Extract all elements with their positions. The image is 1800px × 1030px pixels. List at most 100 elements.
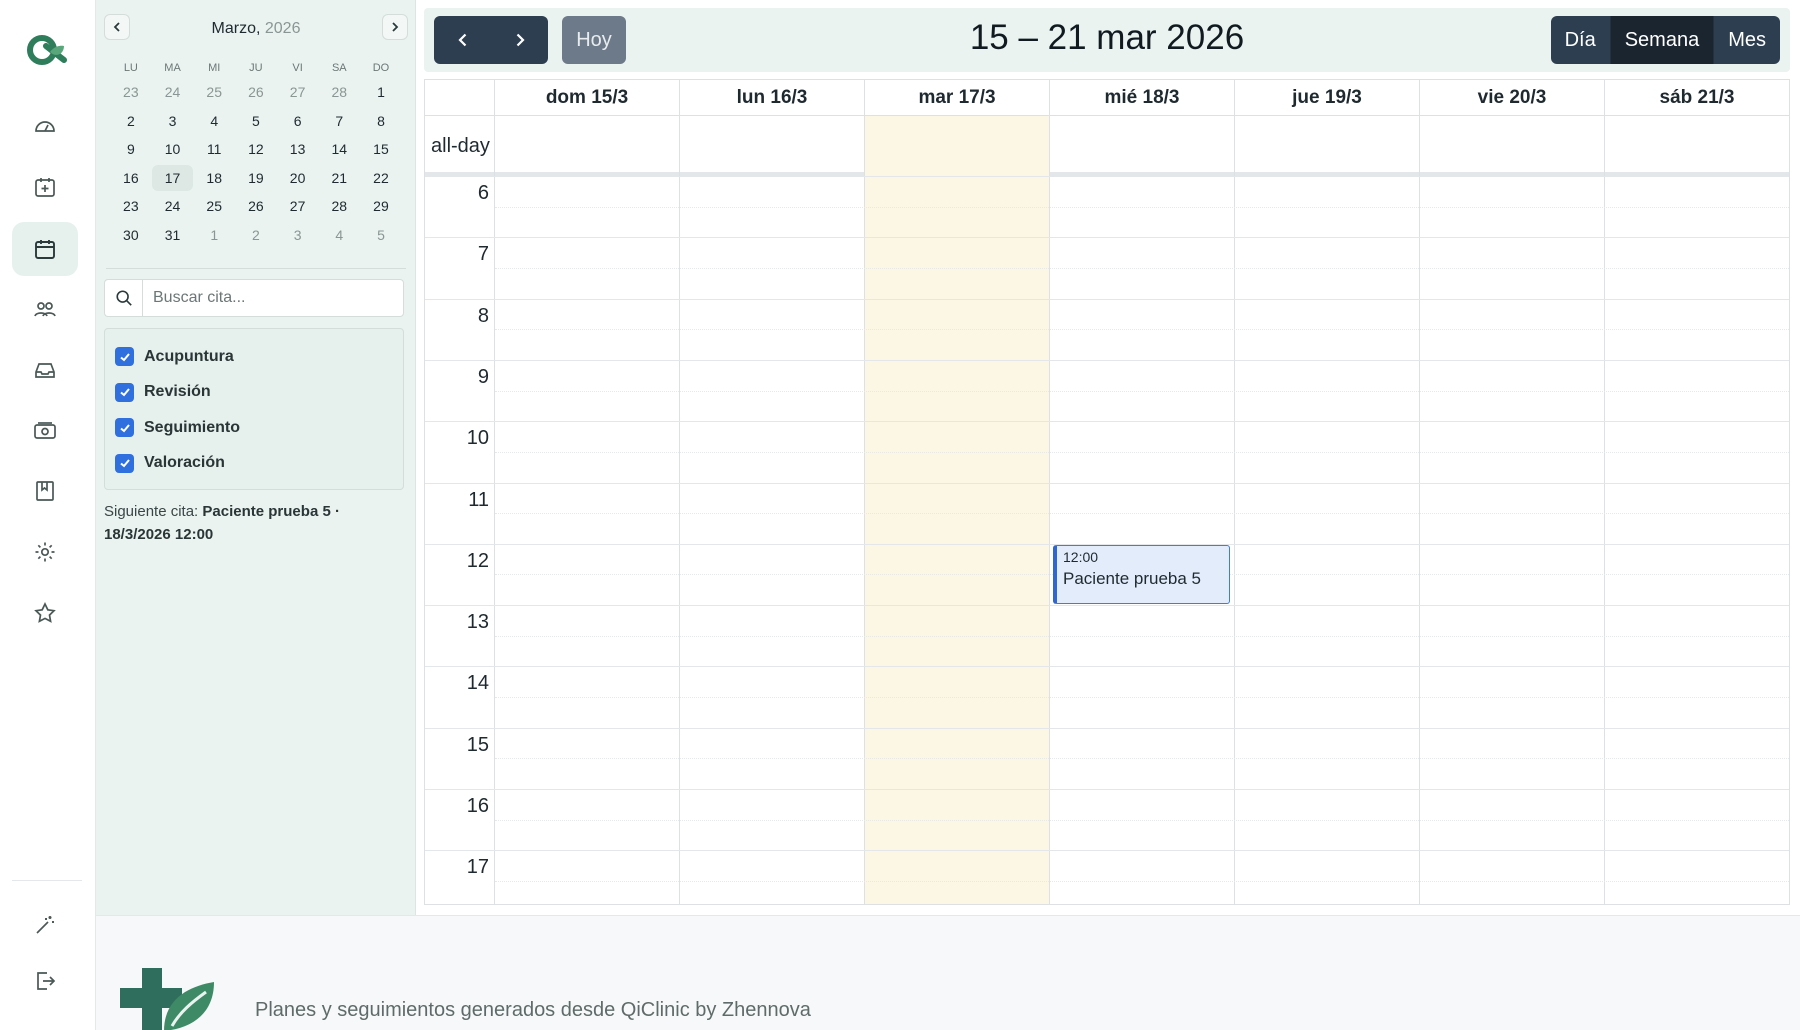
event-title: Paciente prueba 5 <box>1063 568 1201 588</box>
mini-day[interactable]: 19 <box>235 170 277 186</box>
event-block[interactable]: 12:00 Paciente prueba 5 <box>1053 544 1230 605</box>
day-column[interactable] <box>680 116 865 904</box>
mini-day[interactable]: 25 <box>193 84 235 100</box>
half-hour-line <box>495 329 1789 331</box>
day-header[interactable]: mar 17/3 <box>865 80 1050 116</box>
mini-day[interactable]: 2 <box>110 113 152 129</box>
mini-next-month-button[interactable] <box>382 14 408 40</box>
mini-day[interactable]: 5 <box>235 113 277 129</box>
mini-weekday-label: DO <box>372 62 390 74</box>
day-header[interactable]: lun 16/3 <box>680 80 865 116</box>
mini-day[interactable]: 27 <box>277 84 319 100</box>
mini-day[interactable]: 23 <box>110 84 152 100</box>
mini-month-label: Marzo, <box>211 20 261 37</box>
mini-day[interactable]: 4 <box>318 227 360 243</box>
today-button[interactable]: Hoy <box>562 16 626 64</box>
mini-day[interactable]: 29 <box>360 198 402 214</box>
star-icon[interactable] <box>12 586 78 640</box>
mini-day[interactable]: 8 <box>360 113 402 129</box>
mini-day[interactable]: 4 <box>193 113 235 129</box>
hour-label: 17 <box>466 856 489 879</box>
money-icon[interactable] <box>12 404 78 458</box>
day-header[interactable]: vie 20/3 <box>1420 80 1605 116</box>
mini-day[interactable]: 16 <box>110 170 152 186</box>
mini-day[interactable]: 7 <box>318 113 360 129</box>
day-column[interactable] <box>1050 116 1235 904</box>
mini-day[interactable]: 23 <box>110 198 152 214</box>
next-week-button[interactable] <box>491 16 548 64</box>
mini-week-row: 23 24 25 26 27 28 1 <box>110 78 402 107</box>
mini-day[interactable]: 15 <box>360 141 402 157</box>
app-logo[interactable] <box>24 30 68 70</box>
mini-day[interactable]: 1 <box>360 84 402 100</box>
gear-icon[interactable] <box>12 525 78 579</box>
mini-day[interactable]: 12 <box>235 141 277 157</box>
mini-calendar-title: Marzo, 2026 <box>104 20 408 38</box>
mini-day[interactable]: 28 <box>318 84 360 100</box>
day-column[interactable] <box>1605 116 1789 904</box>
filter-label: Acupuntura <box>144 347 234 365</box>
logout-icon[interactable] <box>12 954 78 1008</box>
view-button[interactable]: Día <box>1550 16 1611 64</box>
mini-day[interactable]: 14 <box>318 141 360 157</box>
mini-day[interactable]: 24 <box>152 84 194 100</box>
filter-item[interactable]: Valoración <box>105 446 403 482</box>
mini-day[interactable]: 5 <box>360 227 402 243</box>
mini-day[interactable]: 22 <box>360 170 402 186</box>
day-header[interactable]: dom 15/3 <box>495 80 680 116</box>
mini-day[interactable]: 27 <box>277 198 319 214</box>
day-header[interactable]: jue 19/3 <box>1235 80 1420 116</box>
day-column[interactable] <box>495 116 680 904</box>
mini-day[interactable]: 30 <box>110 227 152 243</box>
mini-day[interactable]: 10 <box>152 141 194 157</box>
mini-day[interactable]: 9 <box>110 141 152 157</box>
mini-day[interactable]: 6 <box>277 113 319 129</box>
mini-day[interactable]: 28 <box>318 198 360 214</box>
mini-day[interactable]: 25 <box>193 198 235 214</box>
prev-week-button[interactable] <box>434 16 491 64</box>
mini-day[interactable]: 3 <box>277 227 319 243</box>
search-input[interactable] <box>142 279 404 317</box>
mini-day[interactable]: 20 <box>277 170 319 186</box>
day-header[interactable]: sáb 21/3 <box>1605 80 1789 116</box>
mini-day[interactable]: 11 <box>193 141 235 157</box>
view-button[interactable]: Mes <box>1714 16 1780 64</box>
calendar-icon[interactable] <box>12 222 78 276</box>
mini-day[interactable]: 2 <box>235 227 277 243</box>
magic-wand-icon[interactable] <box>12 898 78 952</box>
footer-text: Planes y seguimientos generados desde Qi… <box>255 999 811 1021</box>
icon-rail <box>0 0 96 1030</box>
day-header[interactable]: mié 18/3 <box>1050 80 1235 116</box>
mini-day-today[interactable]: 17 <box>151 164 194 191</box>
book-icon[interactable] <box>12 464 78 518</box>
checkbox-checked-icon[interactable] <box>115 453 134 473</box>
mini-day[interactable]: 13 <box>277 141 319 157</box>
next-appointment: Siguiente cita: Paciente prueba 5 · 18/3… <box>104 500 404 546</box>
dashboard-icon[interactable] <box>12 100 78 154</box>
mini-day[interactable]: 21 <box>318 170 360 186</box>
mini-day[interactable]: 1 <box>193 227 235 243</box>
mini-weekday-label: LU <box>123 62 138 74</box>
checkbox-checked-icon[interactable] <box>115 347 134 367</box>
mini-day[interactable]: 31 <box>152 227 194 243</box>
mini-weekday-label: JU <box>249 62 263 74</box>
checkbox-checked-icon[interactable] <box>115 382 134 402</box>
mini-day[interactable]: 3 <box>152 113 194 129</box>
users-icon[interactable] <box>12 282 78 336</box>
mini-day[interactable]: 18 <box>193 170 235 186</box>
mini-day[interactable]: 26 <box>235 198 277 214</box>
inbox-icon[interactable] <box>12 343 78 397</box>
calendar-add-icon[interactable] <box>12 160 78 214</box>
filter-item[interactable]: Acupuntura <box>105 339 403 375</box>
view-button[interactable]: Semana <box>1610 16 1715 64</box>
filter-item[interactable]: Seguimiento <box>105 410 403 446</box>
mini-day[interactable]: 26 <box>235 84 277 100</box>
day-column[interactable] <box>1235 116 1420 904</box>
mini-calendar-grid: LU MA MI JU VI SA DO 23 24 25 26 27 28 1 2 3 4 5 6 7 8 9 10 11 1… <box>110 58 402 249</box>
day-column-today[interactable] <box>865 116 1050 904</box>
checkbox-checked-icon[interactable] <box>115 418 134 438</box>
half-hour-line <box>495 819 1789 821</box>
mini-day[interactable]: 24 <box>152 198 194 214</box>
filter-item[interactable]: Revisión <box>105 375 403 411</box>
day-column[interactable] <box>1420 116 1605 904</box>
